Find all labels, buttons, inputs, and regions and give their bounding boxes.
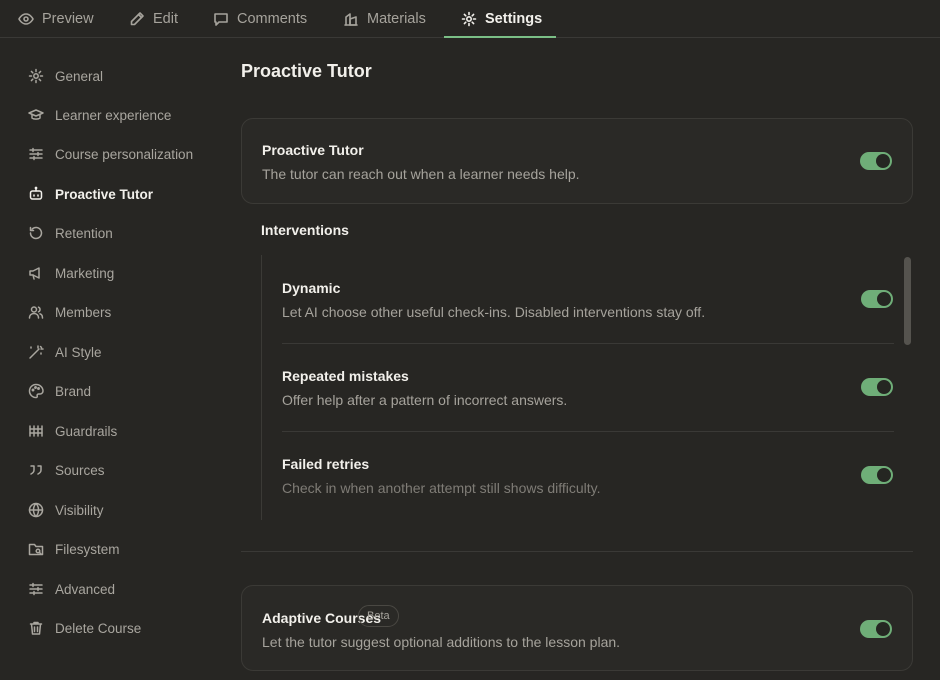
page-title: Proactive Tutor <box>241 61 372 81</box>
adaptive-courses-description: Let the tutor suggest optional additions… <box>262 634 621 650</box>
trash-icon <box>29 621 43 635</box>
proactive-tutor-card: Proactive Tutor The tutor can reach out … <box>241 118 913 204</box>
globe-icon <box>28 502 44 518</box>
sidebar-item-members[interactable]: Members <box>28 302 111 322</box>
tab-settings-label: Settings <box>485 11 543 27</box>
sidebar-item-sources[interactable]: Sources <box>28 460 105 480</box>
guardrails-icon <box>29 425 43 437</box>
sidebar-item-label: Members <box>55 304 112 320</box>
proactive-tutor-description: The tutor can reach out when a learner n… <box>262 166 580 182</box>
graduation-cap-icon <box>28 109 44 120</box>
intervention-description: Check in when another attempt still show… <box>282 480 601 496</box>
intervention-failed-retries: Failed retries Check in when another att… <box>282 431 894 519</box>
eye-icon <box>18 13 34 25</box>
sidebar-item-label: Guardrails <box>55 423 118 439</box>
sidebar-item-general[interactable]: General <box>28 66 103 86</box>
sidebar-item-label: General <box>55 68 104 84</box>
sidebar-item-label: Filesystem <box>55 541 120 557</box>
intervention-title: Failed retries <box>282 456 370 472</box>
adaptive-courses-toggle[interactable] <box>860 620 892 638</box>
sidebar-item-ai-style[interactable]: AI Style <box>28 342 102 362</box>
section-divider <box>241 551 913 552</box>
toggle-knob <box>877 380 891 394</box>
interventions-scrollbar[interactable] <box>904 257 911 345</box>
settings-sidebar: General Learner experience Course person… <box>0 38 220 680</box>
megaphone-icon <box>29 267 40 280</box>
active-tab-underline <box>444 36 556 38</box>
sidebar-item-label: Retention <box>55 225 113 241</box>
intervention-description: Offer help after a pattern of incorrect … <box>282 392 568 408</box>
interventions-list: Dynamic Let AI choose other useful check… <box>261 255 913 520</box>
intervention-dynamic-toggle[interactable] <box>861 290 893 308</box>
top-tab-bar: Preview Edit Comments Materials Settings <box>0 0 940 38</box>
intervention-dynamic: Dynamic Let AI choose other useful check… <box>282 255 894 343</box>
tab-comments-label: Comments <box>237 11 308 27</box>
intervention-repeated-mistakes: Repeated mistakes Offer help after a pat… <box>282 343 894 431</box>
intervention-title: Repeated mistakes <box>282 368 409 384</box>
adaptive-courses-card: Adaptive Courses Let the tutor suggest o… <box>241 585 913 671</box>
tab-edit[interactable]: Edit <box>129 0 178 38</box>
sidebar-item-visibility[interactable]: Visibility <box>28 500 104 520</box>
folder-icon <box>28 543 44 556</box>
tab-edit-label: Edit <box>153 11 178 27</box>
tab-settings[interactable]: Settings <box>461 0 542 38</box>
palette-icon <box>28 383 44 399</box>
sliders-icon <box>29 147 43 161</box>
sidebar-item-guardrails[interactable]: Guardrails <box>28 421 117 441</box>
comment-icon <box>214 13 228 26</box>
tab-preview[interactable]: Preview <box>18 0 94 38</box>
toggle-knob <box>877 292 891 306</box>
sidebar-item-marketing[interactable]: Marketing <box>28 263 114 283</box>
quote-icon <box>30 465 42 475</box>
gear-icon <box>28 68 44 84</box>
intervention-title: Dynamic <box>282 280 341 296</box>
intervention-repeated-mistakes-toggle[interactable] <box>861 378 893 396</box>
sidebar-item-filesystem[interactable]: Filesystem <box>28 539 120 559</box>
proactive-tutor-toggle[interactable] <box>860 152 892 170</box>
sidebar-item-label: Learner experience <box>55 107 172 123</box>
gear-icon <box>461 11 477 27</box>
users-icon <box>28 306 44 319</box>
toggle-knob <box>876 154 890 168</box>
sidebar-item-label: Marketing <box>55 265 115 281</box>
tab-comments[interactable]: Comments <box>213 0 307 38</box>
toggle-knob <box>877 468 891 482</box>
history-icon <box>29 226 43 240</box>
tab-materials[interactable]: Materials <box>343 0 426 38</box>
tab-preview-label: Preview <box>42 11 94 27</box>
sidebar-item-advanced[interactable]: Advanced <box>28 579 115 599</box>
sidebar-item-label: Proactive Tutor <box>55 186 154 202</box>
sidebar-item-proactive-tutor[interactable]: Proactive Tutor <box>28 184 153 204</box>
sidebar-item-course-personalization[interactable]: Course personalization <box>28 144 193 164</box>
robot-icon <box>29 186 43 200</box>
sidebar-item-label: AI Style <box>55 344 102 360</box>
sliders-icon <box>29 582 43 596</box>
tab-materials-label: Materials <box>367 11 426 27</box>
intervention-description: Let AI choose other useful check-ins. Di… <box>282 304 706 320</box>
sidebar-item-label: Delete Course <box>55 620 142 636</box>
sidebar-item-label: Course personalization <box>55 146 194 162</box>
interventions-heading: Interventions <box>261 222 349 238</box>
beta-badge: Beta <box>358 605 399 627</box>
intervention-failed-retries-toggle[interactable] <box>861 466 893 484</box>
pencil-icon <box>130 12 144 26</box>
sidebar-item-brand[interactable]: Brand <box>28 381 91 401</box>
sidebar-item-delete-course[interactable]: Delete Course <box>28 618 141 638</box>
sidebar-item-label: Brand <box>55 383 92 399</box>
toggle-knob <box>876 622 890 636</box>
materials-icon <box>344 13 358 26</box>
sidebar-item-learner-experience[interactable]: Learner experience <box>28 105 171 125</box>
magic-wand-icon <box>29 345 44 359</box>
sidebar-item-label: Advanced <box>55 581 116 597</box>
sidebar-item-label: Sources <box>55 462 105 478</box>
sidebar-item-retention[interactable]: Retention <box>28 223 113 243</box>
sidebar-item-label: Visibility <box>55 502 104 518</box>
proactive-tutor-title: Proactive Tutor <box>262 142 364 158</box>
